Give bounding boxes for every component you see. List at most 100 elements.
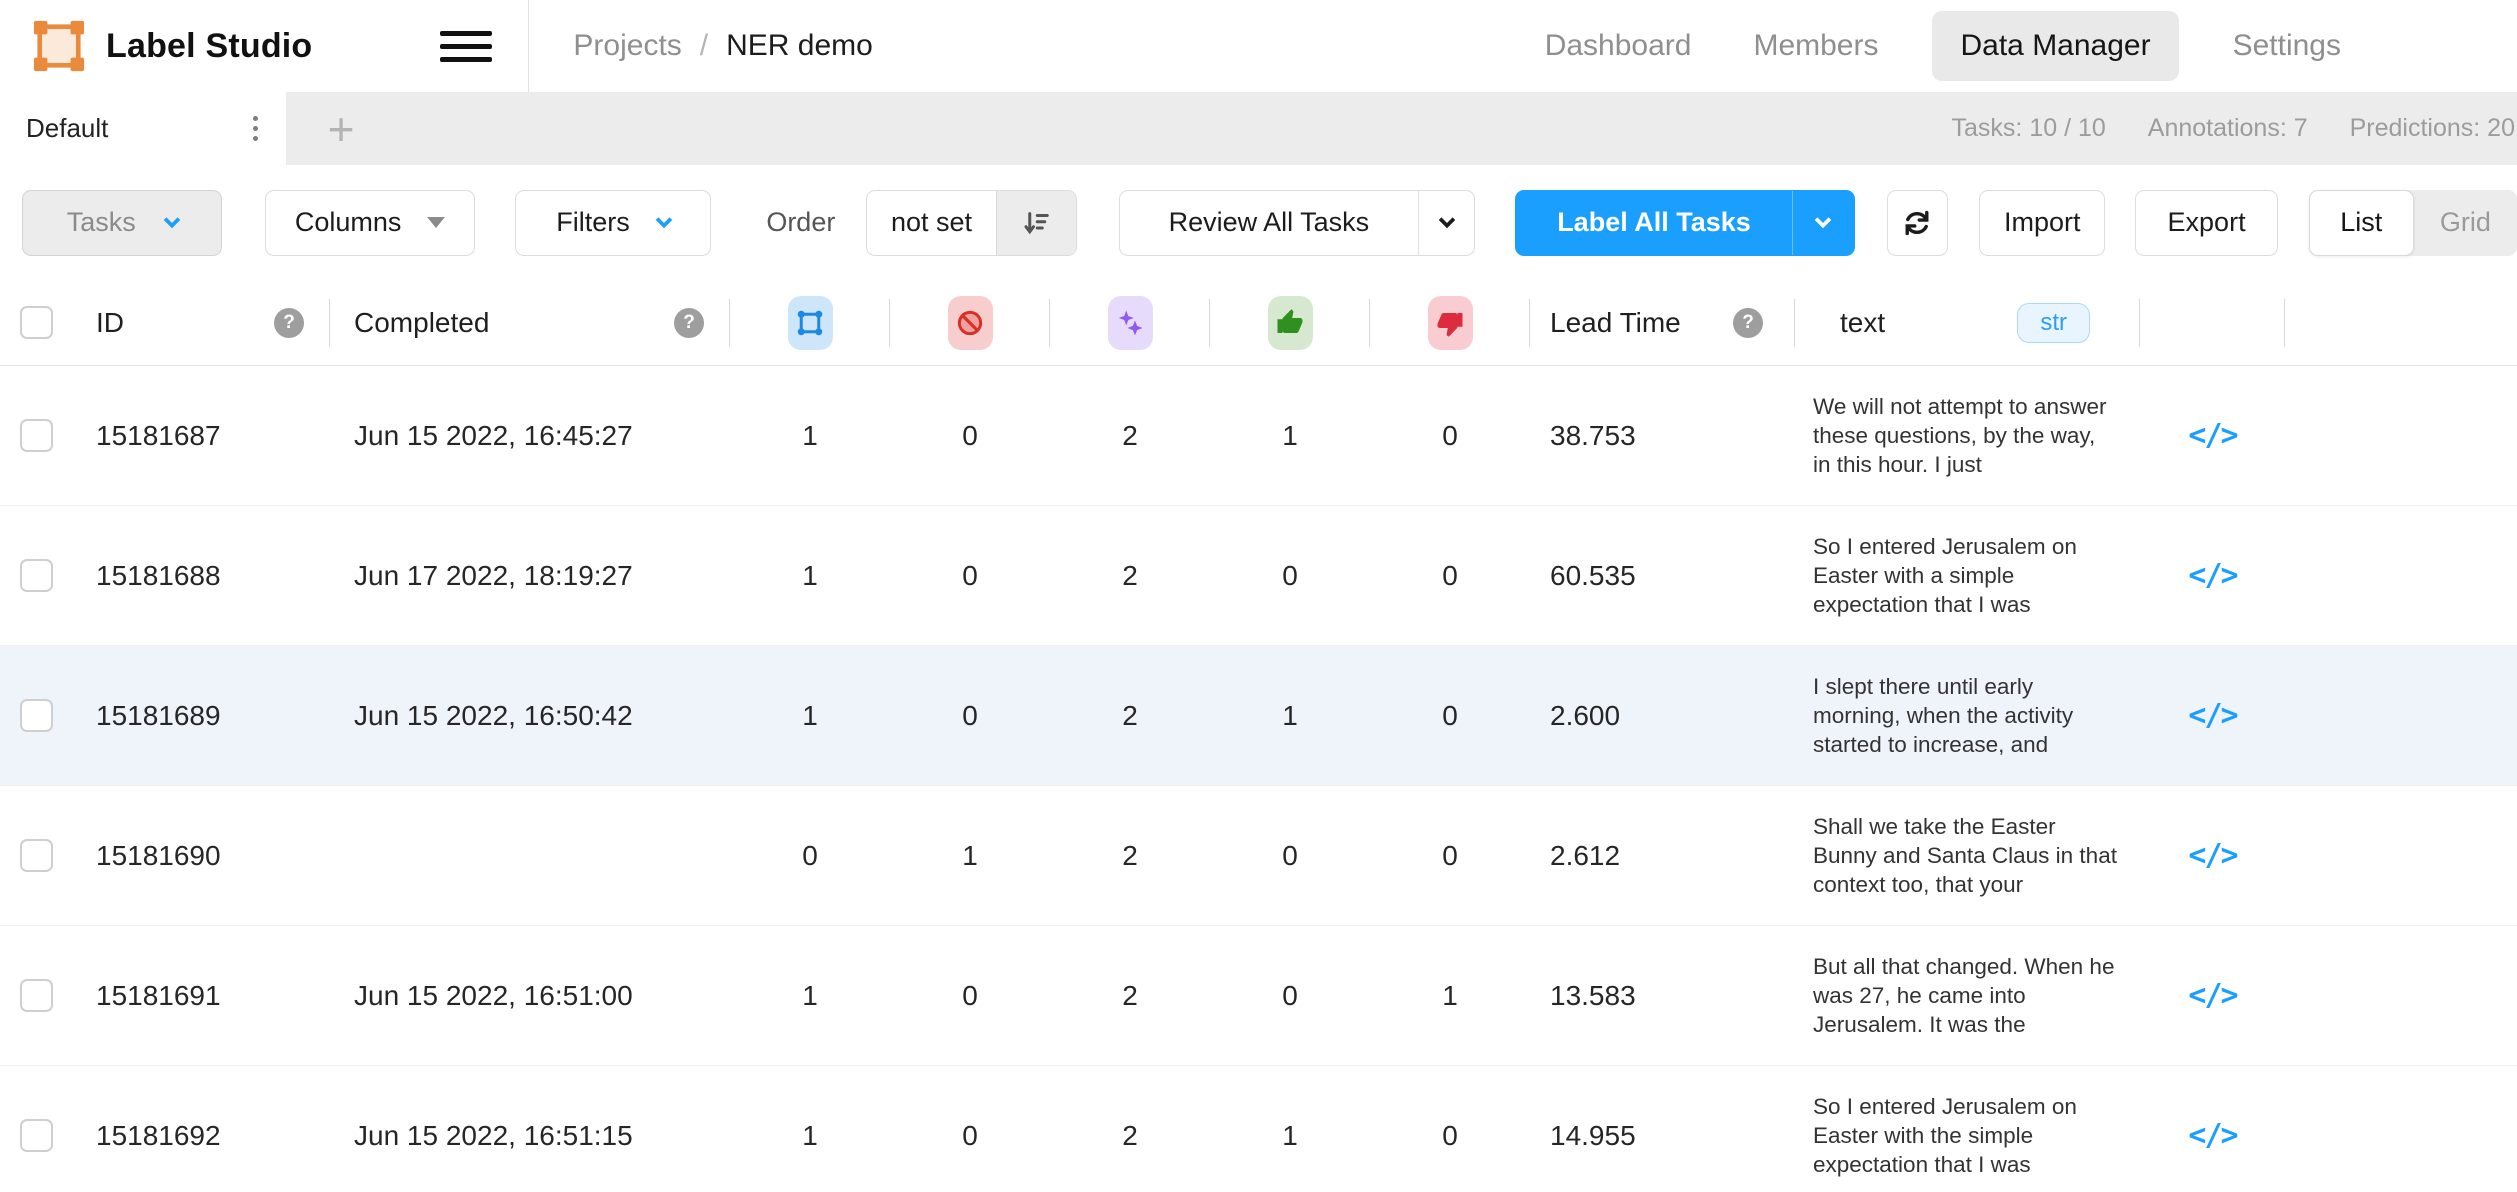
export-button[interactable]: Export xyxy=(2135,190,2277,256)
sort-descending-icon xyxy=(1021,208,1051,238)
table-row[interactable]: 15181687 Jun 15 2022, 16:45:27 1 0 2 1 0… xyxy=(0,366,2517,506)
app-header: Label Studio Projects / NER demo Dashboa… xyxy=(0,0,2517,92)
annotations-value: 1 xyxy=(730,366,890,505)
review-all-tasks-button[interactable]: Review All Tasks xyxy=(1119,190,1475,256)
row-checkbox[interactable] xyxy=(20,699,53,732)
column-header-id[interactable]: ID ? xyxy=(70,280,330,365)
row-checkbox[interactable] xyxy=(20,1119,53,1152)
completed-at: Jun 15 2022, 16:50:42 xyxy=(330,646,730,785)
label-studio-logo-icon xyxy=(32,19,86,73)
text-snippet: We will not attempt to answer these ques… xyxy=(1813,392,2118,479)
column-header-annotations[interactable] xyxy=(730,280,890,365)
chevron-down-icon xyxy=(1815,211,1832,228)
completed-at: Jun 17 2022, 18:19:27 xyxy=(330,506,730,645)
help-icon[interactable]: ? xyxy=(674,308,704,338)
order-value-button[interactable]: not set xyxy=(866,190,1076,256)
triangle-down-icon xyxy=(427,217,445,228)
source-code-icon[interactable]: </> xyxy=(2188,698,2236,733)
view-list-button[interactable]: List xyxy=(2309,190,2414,256)
rejected-value: 0 xyxy=(1370,506,1530,645)
annotations-count-total: Annotations: 7 xyxy=(2148,114,2308,143)
annotations-value: 0 xyxy=(730,786,890,925)
nav-data-manager[interactable]: Data Manager xyxy=(1932,11,2178,81)
breadcrumb-current-project: NER demo xyxy=(726,29,873,63)
source-code-icon[interactable]: </> xyxy=(2188,418,2236,453)
plus-icon: + xyxy=(328,102,355,156)
task-id: 15181691 xyxy=(70,926,330,1065)
view-tab-bar: Default + Tasks: 10 / 10 Annotations: 7 … xyxy=(0,92,2517,165)
accepted-value: 0 xyxy=(1210,926,1370,1065)
filters-dropdown-button[interactable]: Filters xyxy=(515,190,712,256)
completed-at: Jun 15 2022, 16:51:15 xyxy=(330,1066,730,1192)
cancelled-value: 0 xyxy=(890,366,1050,505)
tab-default[interactable]: Default xyxy=(0,92,286,165)
text-snippet: So I entered Jerusalem on Easter with a … xyxy=(1813,532,2118,619)
column-type-badge: str xyxy=(2017,303,2090,343)
rejected-icon xyxy=(1435,308,1465,338)
predictions-value: 2 xyxy=(1050,646,1210,785)
table-row[interactable]: 15181688 Jun 17 2022, 18:19:27 1 0 2 0 0… xyxy=(0,506,2517,646)
source-code-icon[interactable]: </> xyxy=(2188,558,2236,593)
column-header-lead-time[interactable]: Lead Time ? xyxy=(1530,280,1795,365)
row-checkbox[interactable] xyxy=(20,839,53,872)
help-icon[interactable]: ? xyxy=(274,308,304,338)
annotations-value: 1 xyxy=(730,926,890,1065)
predictions-count-total: Predictions: 20 xyxy=(2350,114,2515,143)
hamburger-menu-button[interactable] xyxy=(440,26,492,66)
table-row[interactable]: 15181689 Jun 15 2022, 16:50:42 1 0 2 1 0… xyxy=(0,646,2517,786)
text-snippet: But all that changed. When he was 27, he… xyxy=(1813,952,2118,1039)
label-all-dropdown-toggle[interactable] xyxy=(1792,191,1854,255)
nav-settings[interactable]: Settings xyxy=(2225,11,2349,81)
breadcrumb-projects-link[interactable]: Projects xyxy=(573,29,681,63)
column-header-completed[interactable]: Completed ? xyxy=(330,280,730,365)
label-all-tasks-button[interactable]: Label All Tasks xyxy=(1515,190,1855,256)
hamburger-icon xyxy=(440,31,492,36)
refresh-button[interactable] xyxy=(1887,190,1948,256)
annotations-value: 1 xyxy=(730,506,890,645)
source-code-icon[interactable]: </> xyxy=(2188,838,2236,873)
columns-dropdown-button[interactable]: Columns xyxy=(265,190,474,256)
source-code-icon[interactable]: </> xyxy=(2188,978,2236,1013)
add-tab-button[interactable]: + xyxy=(286,92,396,165)
column-header-accepted[interactable] xyxy=(1210,280,1370,365)
tab-default-label: Default xyxy=(26,113,108,144)
review-dropdown-toggle[interactable] xyxy=(1418,191,1474,255)
task-id: 15181688 xyxy=(70,506,330,645)
app-title: Label Studio xyxy=(106,27,312,66)
accepted-value: 1 xyxy=(1210,646,1370,785)
predictions-value: 2 xyxy=(1050,786,1210,925)
row-checkbox[interactable] xyxy=(20,419,53,452)
source-code-icon[interactable]: </> xyxy=(2188,1118,2236,1153)
accepted-icon xyxy=(1275,308,1305,338)
text-snippet: So I entered Jerusalem on Easter with th… xyxy=(1813,1092,2118,1179)
column-header-cancelled[interactable] xyxy=(890,280,1050,365)
predictions-value: 2 xyxy=(1050,366,1210,505)
column-header-predictions[interactable] xyxy=(1050,280,1210,365)
view-grid-button[interactable]: Grid xyxy=(2414,190,2517,256)
sort-direction-button[interactable] xyxy=(996,191,1076,255)
text-snippet: Shall we take the Easter Bunny and Santa… xyxy=(1813,812,2118,899)
column-header-rejected[interactable] xyxy=(1370,280,1530,365)
tab-options-button[interactable] xyxy=(247,110,264,147)
accepted-value: 1 xyxy=(1210,366,1370,505)
column-header-text[interactable]: text str xyxy=(1795,280,2140,365)
tasks-dropdown-button[interactable]: Tasks xyxy=(22,190,222,256)
nav-dashboard[interactable]: Dashboard xyxy=(1537,11,1700,81)
breadcrumb-separator: / xyxy=(700,29,708,63)
import-button[interactable]: Import xyxy=(1979,190,2105,256)
refresh-icon xyxy=(1900,206,1934,240)
table-row[interactable]: 15181690 0 1 2 0 0 2.612 Shall we take t… xyxy=(0,786,2517,926)
row-checkbox[interactable] xyxy=(20,559,53,592)
view-mode-toggle: List Grid xyxy=(2309,190,2517,256)
cancelled-value: 0 xyxy=(890,1066,1050,1192)
table-row[interactable]: 15181692 Jun 15 2022, 16:51:15 1 0 2 1 0… xyxy=(0,1066,2517,1192)
help-icon[interactable]: ? xyxy=(1733,308,1763,338)
column-header-source[interactable] xyxy=(2140,280,2285,365)
row-checkbox[interactable] xyxy=(20,979,53,1012)
select-all-checkbox[interactable] xyxy=(20,306,53,339)
table-row[interactable]: 15181691 Jun 15 2022, 16:51:00 1 0 2 0 1… xyxy=(0,926,2517,1066)
nav-members[interactable]: Members xyxy=(1745,11,1886,81)
task-table-body: 15181687 Jun 15 2022, 16:45:27 1 0 2 1 0… xyxy=(0,366,2517,1192)
table-header: ID ? Completed ? xyxy=(0,280,2517,366)
lead-time-value: 2.600 xyxy=(1530,646,1795,785)
